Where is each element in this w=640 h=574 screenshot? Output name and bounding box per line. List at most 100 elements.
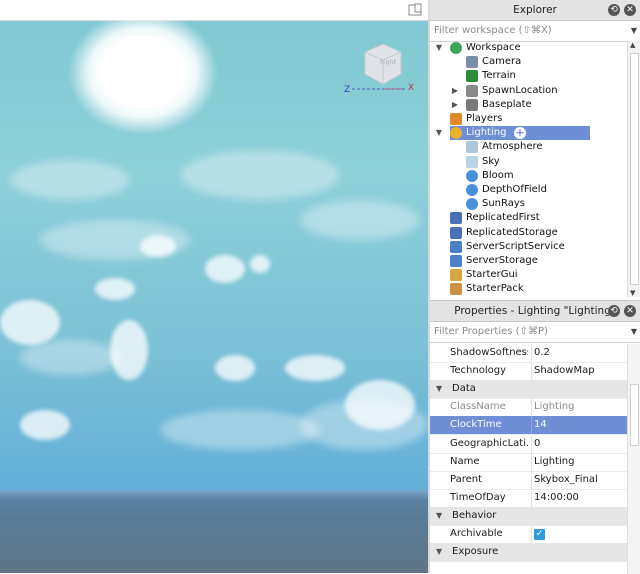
property-row-technology[interactable]: Technology ShadowMap xyxy=(430,362,630,382)
section-label: Exposure xyxy=(452,546,499,558)
explorer-filter: ▼ xyxy=(430,21,640,42)
property-value[interactable]: 0.2 xyxy=(531,344,630,362)
scroll-down-icon[interactable]: ▼ xyxy=(630,289,635,297)
property-name: ShadowSoftness xyxy=(450,347,528,358)
property-name: GeographicLati... xyxy=(450,437,528,449)
chevron-down-icon[interactable]: ▼ xyxy=(631,322,637,342)
tree-item-label: ReplicatedStorage xyxy=(466,226,558,238)
section-collapse-icon[interactable]: ▼ xyxy=(436,543,442,561)
property-row-timeofday[interactable]: TimeOfDay 14:00:00 xyxy=(430,488,630,508)
tree-item-serverscriptservice[interactable]: ServerScriptService xyxy=(430,240,626,254)
tree-item-label: SpawnLocation xyxy=(482,84,558,96)
cloud xyxy=(10,160,130,200)
tree-item-players[interactable]: Players xyxy=(430,112,626,126)
cloud xyxy=(215,355,255,381)
3d-viewport[interactable]: Right Z X xyxy=(0,0,428,573)
tree-item-depthoffield[interactable]: DepthOfField xyxy=(430,183,626,197)
tree-item-label: Players xyxy=(466,113,503,124)
property-name: Parent xyxy=(450,473,483,485)
tree-item-workspace[interactable]: ▼ Workspace xyxy=(430,41,626,55)
tree-item-camera[interactable]: Camera xyxy=(430,55,626,69)
viewport-layout-icon[interactable] xyxy=(408,3,422,16)
tree-item-baseplate[interactable]: ▶ Baseplate xyxy=(430,98,626,112)
tree-item-sky[interactable]: Sky xyxy=(430,155,626,169)
property-row-geographiclati[interactable]: GeographicLati... 0 xyxy=(430,434,630,454)
baseplate-ground xyxy=(0,490,428,573)
undock-icon[interactable]: ⟲ xyxy=(608,305,620,317)
expand-arrow-icon[interactable]: ▼ xyxy=(434,126,444,140)
property-row-parent[interactable]: Parent Skybox_Final xyxy=(430,470,630,490)
tree-item-label: Sky xyxy=(482,155,500,167)
sky-icon xyxy=(466,155,478,168)
scroll-up-icon[interactable]: ▲ xyxy=(630,41,635,49)
scrollbar-thumb[interactable] xyxy=(630,53,639,285)
chevron-down-icon[interactable]: ▼ xyxy=(631,21,637,41)
tree-item-sunrays[interactable]: SunRays xyxy=(430,197,626,211)
expand-arrow-icon[interactable]: ▼ xyxy=(434,41,444,55)
property-name: ClassName xyxy=(450,401,506,413)
property-value[interactable]: 14 xyxy=(531,416,630,435)
property-row-classname[interactable]: ClassName Lighting xyxy=(430,398,630,418)
collapse-arrow-icon[interactable]: ▶ xyxy=(450,84,460,98)
property-value[interactable]: 0 xyxy=(531,434,630,453)
tree-item-atmosphere[interactable]: Atmosphere xyxy=(430,140,626,154)
cloud xyxy=(140,235,176,257)
tree-item-terrain[interactable]: Terrain xyxy=(430,69,626,83)
tree-item-label: Bloom xyxy=(482,169,514,181)
starter-gui-icon xyxy=(450,269,462,282)
cloud xyxy=(300,200,420,240)
tree-item-lighting[interactable]: ▼ Lighting + xyxy=(430,126,626,141)
axis-gizmo-icon xyxy=(352,88,406,90)
properties-grid: ShadowSoftness 0.2 Technology ShadowMap ▼ Dat… xyxy=(430,344,640,574)
property-value[interactable]: ShadowMap xyxy=(531,362,630,381)
property-checkbox-cell[interactable]: ✓ xyxy=(531,525,630,543)
property-row-clocktime[interactable]: ClockTime 14 xyxy=(430,416,630,436)
property-value[interactable]: Lighting xyxy=(531,452,630,471)
tree-item-label: ServerStorage xyxy=(466,255,538,266)
tree-item-label: Atmosphere xyxy=(482,141,543,153)
tree-item-label: ReplicatedFirst xyxy=(466,212,540,224)
property-value[interactable]: Skybox_Final xyxy=(531,470,630,489)
close-icon[interactable]: ✕ xyxy=(624,305,636,317)
collapse-arrow-icon[interactable]: ▶ xyxy=(450,98,460,112)
cloud xyxy=(0,300,60,345)
tree-item-label: Lighting xyxy=(466,127,507,139)
workspace-globe-icon xyxy=(450,42,462,54)
explorer-title: Explorer xyxy=(513,4,557,16)
explorer-scrollbar[interactable]: ▲ ▼ xyxy=(627,41,640,297)
checkbox-checked-icon[interactable]: ✓ xyxy=(534,529,545,540)
properties-title-bar: Properties - Lighting "Lighting" ⟲ ✕ xyxy=(430,301,640,322)
sun xyxy=(68,10,218,135)
properties-filter-input[interactable] xyxy=(434,326,624,337)
replicated-storage-icon xyxy=(450,226,462,239)
post-effect-icon xyxy=(466,169,478,182)
property-section-data[interactable]: ▼ Data xyxy=(430,380,628,400)
scrollbar-thumb[interactable] xyxy=(630,384,639,446)
cloud xyxy=(205,255,245,283)
section-collapse-icon[interactable]: ▼ xyxy=(436,507,442,525)
property-row-archivable[interactable]: Archivable ✓ xyxy=(430,525,628,544)
property-name: Name xyxy=(450,455,480,467)
section-collapse-icon[interactable]: ▼ xyxy=(436,380,442,398)
property-section-exposure[interactable]: ▼ Exposure xyxy=(430,543,628,563)
explorer-filter-input[interactable] xyxy=(434,25,624,36)
properties-scrollbar[interactable] xyxy=(627,344,640,574)
close-icon[interactable]: ✕ xyxy=(624,4,636,16)
tree-item-starterpack[interactable]: StarterPack xyxy=(430,282,626,296)
property-row-name[interactable]: Name Lighting xyxy=(430,452,630,472)
property-name: Technology xyxy=(450,365,507,377)
tree-item-replicatedfirst[interactable]: ReplicatedFirst xyxy=(430,211,626,225)
tree-item-replicatedstorage[interactable]: ReplicatedStorage xyxy=(430,226,626,240)
tree-item-startergui[interactable]: StarterGui xyxy=(430,268,626,282)
tree-item-bloom[interactable]: Bloom xyxy=(430,169,626,183)
property-section-behavior[interactable]: ▼ Behavior xyxy=(430,506,628,526)
property-value: Lighting xyxy=(531,398,630,417)
tree-item-serverstorage[interactable]: ServerStorage xyxy=(430,254,626,268)
tree-item-label: DepthOfField xyxy=(482,184,547,195)
add-object-icon[interactable]: + xyxy=(514,127,526,140)
property-value[interactable]: 14:00:00 xyxy=(531,488,630,507)
replicated-first-icon xyxy=(450,212,462,225)
undock-icon[interactable]: ⟲ xyxy=(608,4,620,16)
property-row-shadowsoftness[interactable]: ShadowSoftness 0.2 xyxy=(430,344,628,363)
tree-item-spawnlocation[interactable]: ▶ SpawnLocation xyxy=(430,84,626,98)
